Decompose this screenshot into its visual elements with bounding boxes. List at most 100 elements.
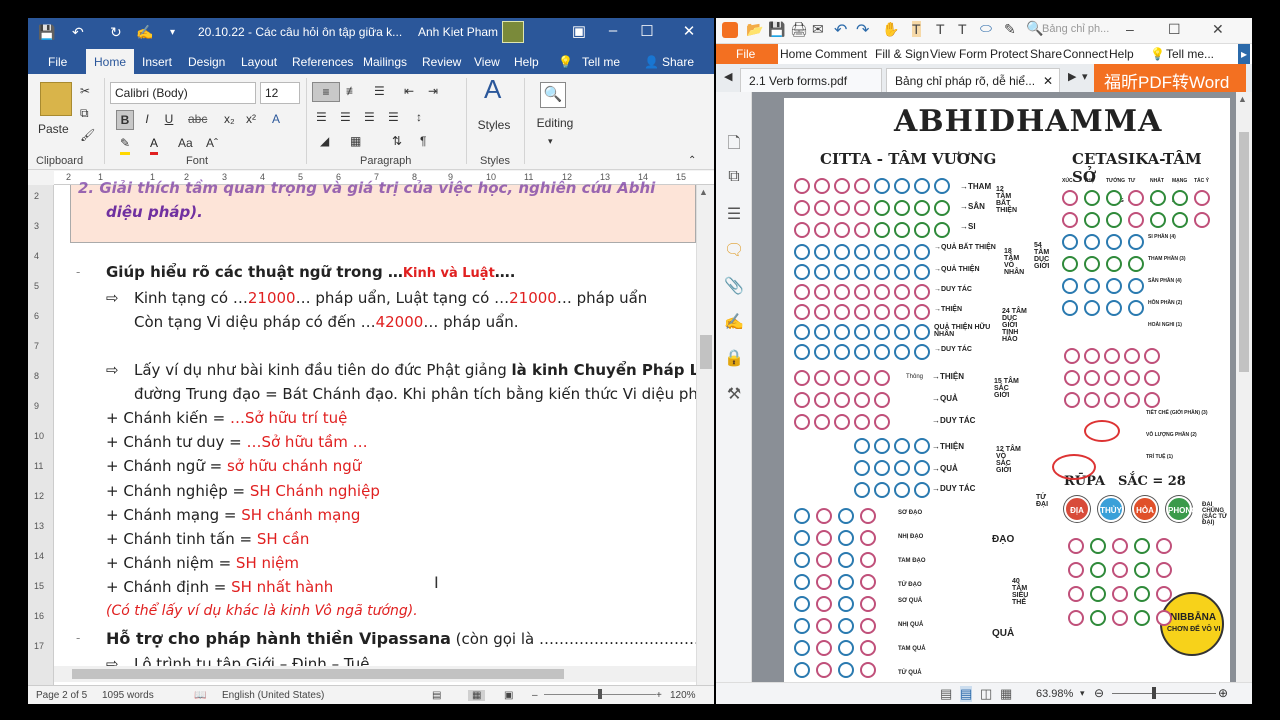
ribbon-display-icon[interactable]: ▣: [564, 22, 594, 40]
signature-icon[interactable]: ✍: [724, 312, 744, 332]
align-center-icon[interactable]: ☰: [340, 108, 351, 126]
close-icon[interactable]: ✕: [674, 22, 704, 40]
print-icon[interactable]: 🖨: [790, 21, 808, 38]
facing-page-icon[interactable]: ◫: [980, 686, 992, 702]
touch-mode-icon[interactable]: ✍: [136, 24, 153, 41]
print-layout-icon[interactable]: ▦: [468, 690, 486, 701]
pdf-tab-bang-chi-phap[interactable]: Bảng chỉ pháp rõ, dễ hiể... ✕: [886, 68, 1060, 92]
justify-icon[interactable]: ☰: [388, 108, 399, 126]
tabs-scroll-left-icon[interactable]: ◀: [724, 70, 732, 83]
pdf-tab-protect[interactable]: Protect: [990, 47, 1028, 61]
read-mode-icon[interactable]: ▤: [432, 690, 441, 701]
pdf-tab-share[interactable]: Share: [1030, 47, 1062, 61]
tell-me-search[interactable]: Tell me: [582, 55, 620, 69]
horizontal-scrollbar[interactable]: [54, 666, 696, 682]
minimize-icon[interactable]: –: [598, 22, 628, 39]
increase-indent-icon[interactable]: ⇥: [428, 82, 438, 100]
web-layout-icon[interactable]: ▣: [504, 690, 513, 701]
zoom-dropdown-icon[interactable]: ▾: [1080, 688, 1085, 699]
zoom-slider-thumb[interactable]: [598, 689, 602, 699]
align-left-icon[interactable]: ☰: [316, 108, 327, 126]
bold-button[interactable]: B: [116, 110, 134, 130]
continuous-page-icon[interactable]: ▤: [960, 686, 973, 702]
user-name[interactable]: Anh Kiet Pham: [418, 25, 498, 39]
italic-button[interactable]: I: [138, 110, 156, 128]
tabs-list-icon[interactable]: ▾: [1082, 70, 1088, 83]
underline-button[interactable]: U: [160, 110, 178, 128]
save-icon[interactable]: 💾: [768, 21, 785, 38]
maximize-icon[interactable]: ☐: [1168, 21, 1181, 38]
paste-button[interactable]: Paste: [38, 120, 69, 138]
zoom-in-icon[interactable]: +: [656, 690, 662, 701]
editing-dropdown-icon[interactable]: ▾: [548, 132, 553, 150]
ellipse-icon[interactable]: ⬭: [980, 20, 992, 37]
pdf-search-input[interactable]: Bảng chỉ ph...: [1042, 23, 1109, 35]
vertical-scrollbar[interactable]: ▲: [696, 185, 714, 685]
cut-icon[interactable]: ✂: [80, 82, 90, 100]
hand-tool-icon[interactable]: ✋: [882, 21, 899, 38]
tools-icon[interactable]: ⚒: [724, 384, 744, 404]
tab-references[interactable]: References: [292, 55, 353, 69]
pdf-tab-help[interactable]: Help: [1109, 47, 1134, 61]
decrease-indent-icon[interactable]: ⇤: [404, 82, 414, 100]
styles-icon[interactable]: A: [484, 76, 501, 102]
editing-button[interactable]: Editing: [530, 114, 580, 132]
pdf-scroll-thumb[interactable]: [1239, 132, 1249, 372]
pdf-to-word-banner[interactable]: 福昕PDF转Word: [1094, 64, 1246, 92]
open-icon[interactable]: 📂: [746, 21, 763, 38]
word-count[interactable]: 1095 words: [102, 690, 154, 701]
font-size-box[interactable]: 12: [260, 82, 300, 104]
styles-button[interactable]: Styles: [474, 116, 514, 134]
pdf-tab-view[interactable]: View: [930, 47, 956, 61]
tab-layout[interactable]: Layout: [241, 55, 277, 69]
security-lock-icon[interactable]: 🔒: [724, 348, 744, 368]
ribbon-scroll-icon[interactable]: ▸: [1238, 44, 1250, 64]
minimize-icon[interactable]: –: [1126, 21, 1134, 37]
tab-mailings[interactable]: Mailings: [363, 55, 407, 69]
attachment-icon[interactable]: 📎: [724, 276, 744, 296]
pdf-canvas[interactable]: ABHIDHAMMA CITTA - TÂM VƯƠNG CETASIKA-TÂ…: [752, 92, 1236, 682]
line-spacing-icon[interactable]: ↕: [416, 108, 422, 126]
save-icon[interactable]: 💾: [38, 24, 55, 41]
zoom-out-icon[interactable]: –: [532, 690, 538, 701]
tab-insert[interactable]: Insert: [142, 55, 172, 69]
pdf-tab-form[interactable]: Form: [959, 47, 987, 61]
shading-icon[interactable]: ◢: [320, 132, 329, 150]
tabs-scroll-right-icon[interactable]: ▶: [1068, 70, 1076, 83]
pencil-icon[interactable]: ✎: [1004, 21, 1016, 38]
cover-page-icon[interactable]: ▦: [1000, 686, 1012, 702]
subscript-button[interactable]: x₂: [224, 110, 235, 128]
numbering-icon[interactable]: ≢: [346, 82, 358, 100]
strikethrough-button[interactable]: abc: [188, 110, 207, 128]
tab-design[interactable]: Design: [188, 55, 225, 69]
scroll-up-icon[interactable]: ▲: [699, 187, 708, 197]
tab-file[interactable]: File: [48, 55, 67, 69]
superscript-button[interactable]: x²: [246, 110, 256, 128]
pdf-zoom-slider[interactable]: [1112, 693, 1216, 694]
typewriter-icon[interactable]: T: [912, 21, 921, 37]
bullets-icon[interactable]: ≡: [312, 82, 340, 102]
pdf-tab-fill-sign[interactable]: Fill & Sign: [875, 47, 929, 61]
pdf-zoom-thumb[interactable]: [1152, 687, 1156, 699]
close-icon[interactable]: ✕: [1212, 21, 1224, 38]
tab-review[interactable]: Review: [422, 55, 461, 69]
highlight-icon[interactable]: ✎: [120, 134, 131, 155]
pdf-tell-me[interactable]: Tell me...: [1166, 47, 1214, 61]
copy-icon[interactable]: ⧉: [80, 104, 89, 122]
show-marks-icon[interactable]: ¶: [420, 132, 426, 150]
grow-font-icon[interactable]: Aˆ: [206, 134, 218, 152]
share-button[interactable]: Share: [662, 55, 694, 69]
pdf-tab-file[interactable]: File: [716, 44, 778, 64]
pdf-tab-home[interactable]: Home: [780, 47, 812, 61]
redo-icon[interactable]: ↷: [856, 20, 869, 40]
font-name-box[interactable]: Calibri (Body): [110, 82, 256, 104]
borders-icon[interactable]: ▦: [350, 132, 361, 150]
horizontal-scroll-thumb[interactable]: [72, 669, 564, 679]
maximize-icon[interactable]: ☐: [632, 22, 662, 40]
font-color-icon[interactable]: A: [150, 134, 159, 155]
redo-icon[interactable]: ↻: [110, 24, 122, 41]
undo-icon[interactable]: ↶: [72, 24, 84, 41]
customize-icon[interactable]: ▾: [170, 27, 175, 38]
page-count[interactable]: Page 2 of 5: [36, 690, 87, 701]
zoom-out-icon[interactable]: ⊖: [1094, 686, 1104, 700]
